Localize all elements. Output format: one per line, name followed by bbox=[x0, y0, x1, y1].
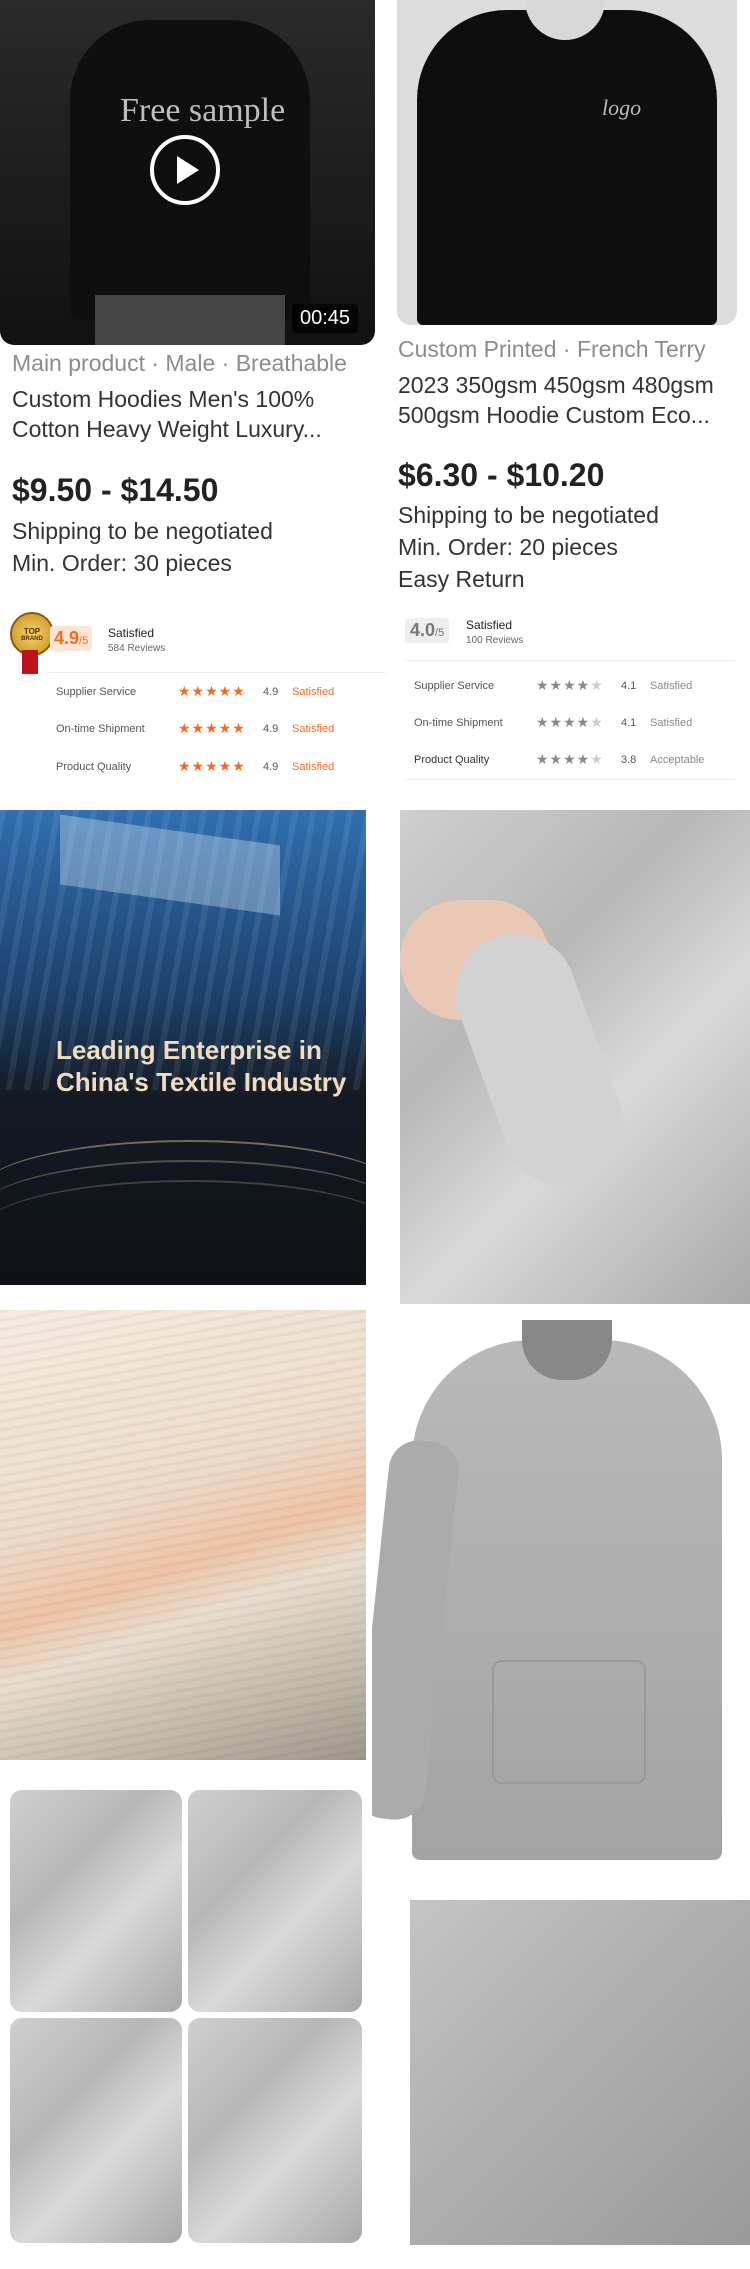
metric-label: Satisfied bbox=[292, 761, 335, 773]
metric-value: 4.9 bbox=[263, 761, 279, 773]
left-product-tags: Main product · Male · Breathable bbox=[12, 350, 347, 376]
right-product-title[interactable]: 2023 350gsm 450gsm 480gsm 500gsm Hoodie … bbox=[398, 370, 728, 430]
metric-label: Satisfied bbox=[650, 717, 693, 729]
left-score-suffix: /5 bbox=[79, 635, 89, 647]
metric-value: 4.1 bbox=[621, 717, 637, 729]
metric-name: Supplier Service bbox=[414, 680, 495, 692]
left-product-shipping: Shipping to be negotiated bbox=[12, 518, 273, 544]
metric-name: On-time Shipment bbox=[56, 723, 145, 735]
metric-value: 4.1 bbox=[621, 680, 637, 692]
metric-label: Satisfied bbox=[292, 686, 335, 698]
free-sample-overlay: Free sample bbox=[120, 92, 286, 129]
cream-fabric-texture-image[interactable] bbox=[0, 1310, 366, 1760]
right-product-return: Easy Return bbox=[398, 566, 525, 592]
left-score: 4.9 bbox=[54, 628, 80, 648]
product-image-black-hoodie-logo[interactable]: logo bbox=[397, 0, 737, 325]
detail-image-cuff-rib[interactable] bbox=[10, 2018, 182, 2243]
product-image-black-hoodie-video[interactable]: Free sample 00:45 bbox=[0, 0, 375, 345]
logo-overlay: logo bbox=[602, 95, 642, 120]
metric-name: On-time Shipment bbox=[414, 717, 503, 729]
badge-top-text: TOP bbox=[23, 626, 41, 636]
metric-name: Product Quality bbox=[414, 754, 490, 766]
top-brand-badge: TOP BRAND bbox=[10, 612, 54, 674]
metric-name: Supplier Service bbox=[56, 686, 137, 698]
right-rating-label: Satisfied bbox=[466, 618, 513, 632]
left-product-price: $9.50 - $14.50 bbox=[12, 472, 219, 508]
metric-value: 4.9 bbox=[263, 686, 279, 698]
banner-heading-line2: China's Textile Industry bbox=[56, 1067, 347, 1097]
metric-name: Product Quality bbox=[56, 761, 132, 773]
star-rating-icon: ★★★★★ bbox=[536, 677, 604, 693]
banner-heading-line1: Leading Enterprise in bbox=[56, 1035, 322, 1065]
right-product-shipping: Shipping to be negotiated bbox=[398, 502, 659, 528]
left-product-min-order: Min. Order: 30 pieces bbox=[12, 550, 232, 576]
left-rating-label: Satisfied bbox=[108, 626, 155, 640]
metric-label: Satisfied bbox=[650, 680, 693, 692]
right-review-count: 100 Reviews bbox=[466, 635, 524, 646]
left-review-count: 584 Reviews bbox=[108, 643, 166, 654]
fabric-closeup-hand-image[interactable] bbox=[400, 810, 750, 1304]
left-product-title[interactable]: Custom Hoodies Men's 100% Cotton Heavy W… bbox=[12, 384, 342, 444]
right-score-box: 4.0/5 bbox=[405, 618, 450, 643]
left-score-box: 4.9/5 bbox=[50, 626, 93, 651]
detail-image-seam-stitch[interactable] bbox=[188, 1790, 362, 2012]
play-icon[interactable] bbox=[150, 135, 220, 205]
metric-value: 3.8 bbox=[621, 754, 637, 766]
metric-label: Acceptable bbox=[650, 754, 705, 766]
metric-value: 4.9 bbox=[263, 723, 279, 735]
right-product-price: $6.30 - $10.20 bbox=[398, 457, 605, 493]
star-rating-icon: ★★★★★ bbox=[178, 758, 246, 774]
badge-brand-text: BRAND bbox=[21, 635, 43, 642]
star-rating-icon: ★★★★★ bbox=[536, 714, 604, 730]
video-duration-badge: 00:45 bbox=[292, 304, 359, 333]
metric-label: Satisfied bbox=[292, 723, 335, 735]
gray-hoodie-flat-image[interactable] bbox=[372, 1320, 750, 1880]
right-score-suffix: /5 bbox=[435, 627, 445, 639]
star-rating-icon: ★★★★★ bbox=[178, 720, 246, 736]
right-product-tags: Custom Printed · French Terry bbox=[398, 336, 706, 362]
star-rating-icon: ★★★★★ bbox=[178, 683, 246, 699]
detail-image-pocket-stitch[interactable] bbox=[10, 1790, 182, 2012]
gray-fabric-closeup-image[interactable] bbox=[410, 1900, 750, 2245]
enterprise-banner-image[interactable]: Leading Enterprise in China's Textile In… bbox=[0, 810, 366, 1285]
right-product-min-order: Min. Order: 20 pieces bbox=[398, 534, 618, 560]
detail-image-hem-seam[interactable] bbox=[188, 2018, 362, 2243]
star-rating-icon: ★★★★★ bbox=[536, 751, 604, 767]
right-score: 4.0 bbox=[410, 620, 436, 640]
